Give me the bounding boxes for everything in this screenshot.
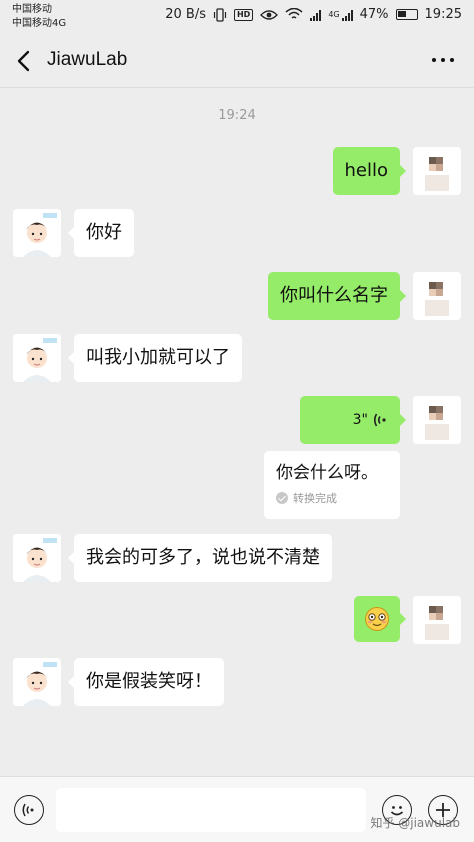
chat-header: JiawuLab [0,34,474,88]
message-input[interactable] [56,788,366,832]
clock: 19:25 [424,7,462,22]
message-bubble-in[interactable]: 你是假装笑呀！ [68,658,224,706]
watermark: 知乎 @jiawulab [370,816,460,830]
carrier-info: 中国移动 中国移动4G [12,3,66,31]
my-avatar[interactable] [413,396,461,444]
message-bubble-in[interactable]: 我会的可多了，说也说不清楚 [68,534,332,582]
network-speed: 20 B/s [165,7,206,22]
signal-icon-2 [341,9,353,21]
battery-icon [395,9,418,20]
message-bubble-out[interactable]: 你叫什么名字 [268,272,406,320]
bot-avatar[interactable] [13,209,61,257]
chat-title: JiawuLab [47,49,128,70]
voice-transcript-card[interactable]: 你会什么呀。 转换完成 [264,451,400,519]
hd-icon: HD [233,8,254,21]
input-bar [0,776,474,842]
chevron-left-icon[interactable] [14,49,36,73]
network-type: 4G [328,10,340,19]
battery-percent: 47% [359,7,389,22]
my-avatar[interactable] [413,272,461,320]
message-bubble-in[interactable]: 你好 [68,209,134,257]
embarrassed-smile-emoji-icon [365,607,389,631]
my-avatar[interactable] [413,147,461,195]
carrier-1: 中国移动 [12,4,52,15]
emoji-message-bubble[interactable] [354,596,406,642]
voice-duration: 3" [352,412,368,428]
bot-avatar[interactable] [13,534,61,582]
transcript-text: 你会什么呀。 [276,463,378,483]
bot-avatar[interactable] [13,334,61,382]
more-dots-icon[interactable] [432,58,454,62]
wifi-icon [285,8,303,19]
message-bubble-out[interactable]: hello [332,147,406,195]
chat-timestamp: 19:24 [218,108,256,123]
transcript-status-label: 转换完成 [293,492,337,505]
signal-icon-1 [310,9,322,21]
transcript-status: 转换完成 [276,490,388,506]
voice-message-bubble[interactable]: 3" [300,396,406,444]
voice-wave-icon [374,413,386,427]
carrier-2: 中国移动4G [12,18,67,29]
message-bubble-in[interactable]: 叫我小加就可以了 [68,334,242,382]
my-avatar[interactable] [413,596,461,644]
bot-avatar[interactable] [13,658,61,706]
voice-icon[interactable] [14,795,44,825]
status-bar: 中国移动 中国移动4G 20 B/s HD 4G 47% 19:25 [0,0,474,34]
check-icon [276,492,288,504]
vibrate-icon [213,7,227,22]
eye-icon [260,9,279,20]
status-indicators: 20 B/s HD 4G 47% 19:25 [165,7,462,22]
